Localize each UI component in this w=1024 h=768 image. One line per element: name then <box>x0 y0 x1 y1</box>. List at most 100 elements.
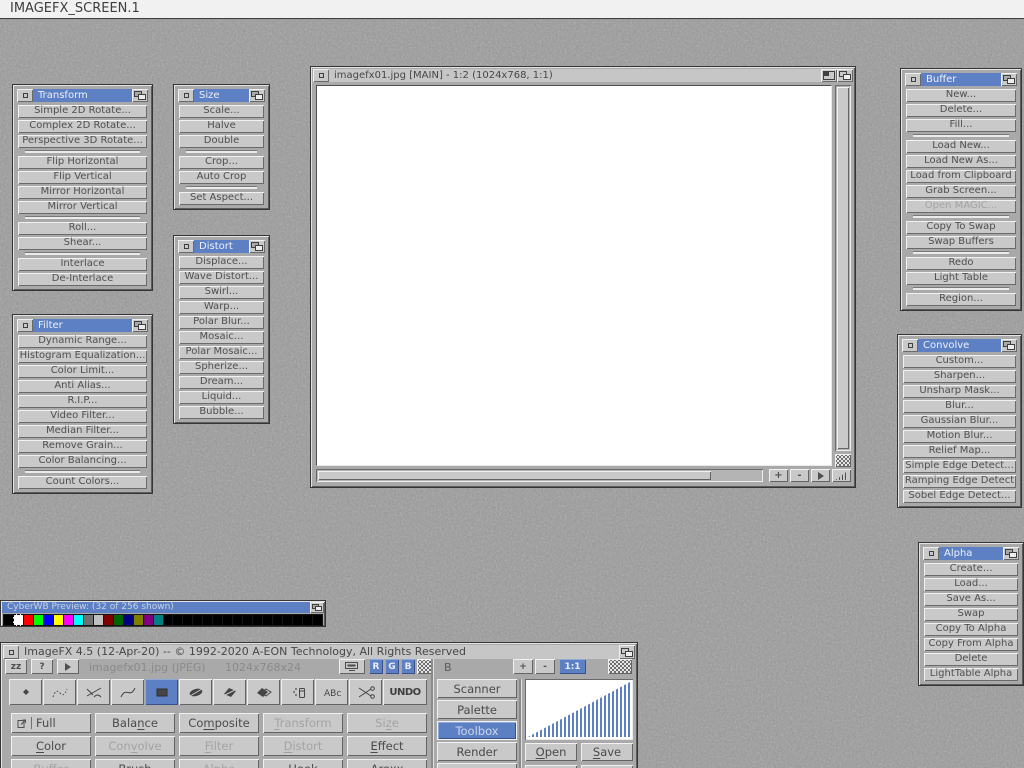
depth-gadget-icon[interactable] <box>1001 73 1017 86</box>
transform-shear-button[interactable]: Shear... <box>18 237 147 250</box>
filter-remove-grain-button[interactable]: Remove Grain... <box>18 440 147 453</box>
arexx-button[interactable]: Arexx <box>347 759 427 768</box>
alpha-create-button[interactable]: Create... <box>924 563 1018 576</box>
horizontal-scrollbar[interactable] <box>316 469 763 482</box>
convolve-simple-edge-detect-button[interactable]: Simple Edge Detect... <box>903 460 1016 473</box>
tool-oval-button[interactable] <box>179 679 212 705</box>
horizontal-scroll-thumb[interactable] <box>318 471 711 480</box>
convolve-blur-button[interactable]: Blur... <box>903 400 1016 413</box>
transform-roll-button[interactable]: Roll... <box>18 222 147 235</box>
depth-gadget-icon[interactable] <box>249 240 265 253</box>
depth-gadget-icon[interactable] <box>1001 339 1017 352</box>
render-button[interactable]: Render <box>437 742 517 761</box>
red-channel-button[interactable]: R <box>369 659 383 674</box>
green-channel-button[interactable]: G <box>385 659 399 674</box>
close-gadget-icon[interactable] <box>905 73 921 86</box>
buffer-load-new-button[interactable]: Load New... <box>906 140 1016 153</box>
filter-dynamic-range-button[interactable]: Dynamic Range... <box>18 335 147 348</box>
transform-mirror-vertical-button[interactable]: Mirror Vertical <box>18 201 147 214</box>
filter-anti-alias-button[interactable]: Anti Alias... <box>18 380 147 393</box>
depth-gadget-icon[interactable] <box>1003 547 1019 560</box>
alpha-swap-button[interactable]: Swap <box>924 608 1018 621</box>
tool-scissors-button[interactable] <box>349 679 382 705</box>
full-button[interactable]: Full <box>11 713 91 733</box>
buffer-swap-buffers-button[interactable]: Swap Buffers <box>906 236 1016 249</box>
size-auto-crop-button[interactable]: Auto Crop <box>179 171 264 184</box>
screen-titlebar[interactable]: IMAGEFX_SCREEN.1 <box>0 0 1024 19</box>
sleep-button[interactable]: zz <box>5 659 27 674</box>
transform-interlace-button[interactable]: Interlace <box>18 258 147 271</box>
zoom-out-button[interactable]: - <box>535 659 555 674</box>
filter-histogram-equalization-button[interactable]: Histogram Equalization... <box>18 350 147 363</box>
distort-polar-blur-button[interactable]: Polar Blur... <box>179 316 264 329</box>
main-window-titlebar[interactable]: ImageFX 4.5 (12-Apr-20) -- © 1992-2020 A… <box>3 645 635 659</box>
tool-point-button[interactable] <box>9 679 42 705</box>
distort-spherize-button[interactable]: Spherize... <box>179 361 264 374</box>
filter-color-limit-button[interactable]: Color Limit... <box>18 365 147 378</box>
convolve-sobel-edge-detect-button[interactable]: Sobel Edge Detect... <box>903 490 1016 503</box>
help-button[interactable]: ? <box>31 659 53 674</box>
close-gadget-icon[interactable] <box>17 319 33 332</box>
distort-liquid-button[interactable]: Liquid... <box>179 391 264 404</box>
palette-button[interactable]: Palette <box>437 700 517 719</box>
transform-simple-2d-rotate-button[interactable]: Simple 2D Rotate... <box>18 105 147 118</box>
zoom-in-button[interactable]: + <box>513 659 533 674</box>
buffer-grab-screen-button[interactable]: Grab Screen... <box>906 185 1016 198</box>
filter-titlebar[interactable]: Filter <box>17 319 148 332</box>
transform-de-interlace-button[interactable]: De-Interlace <box>18 273 147 286</box>
close-gadget-icon[interactable] <box>313 69 329 82</box>
toolbox-button[interactable]: Toolbox <box>437 721 517 740</box>
open-button[interactable]: Open <box>525 743 577 761</box>
size-double-button[interactable]: Double <box>179 135 264 148</box>
zoom-gadget-icon[interactable] <box>821 69 837 82</box>
convolve-titlebar[interactable]: Convolve <box>902 339 1017 352</box>
close-gadget-icon[interactable] <box>902 339 918 352</box>
effect-button[interactable]: Effect <box>347 736 427 756</box>
size-set-aspect-button[interactable]: Set Aspect... <box>179 192 264 205</box>
transform-flip-horizontal-button[interactable]: Flip Horizontal <box>18 156 147 169</box>
depth-gadget-icon[interactable] <box>310 602 324 613</box>
vertical-scroll-thumb[interactable] <box>837 87 849 449</box>
tool-shape-button[interactable] <box>247 679 280 705</box>
buffer-load-from-clipboard-button[interactable]: Load from Clipboard <box>906 170 1016 183</box>
transform-flip-vertical-button[interactable]: Flip Vertical <box>18 171 147 184</box>
convolve-gaussian-blur-button[interactable]: Gaussian Blur... <box>903 415 1016 428</box>
distort-wave-distort-button[interactable]: Wave Distort... <box>179 271 264 284</box>
close-gadget-icon[interactable] <box>923 547 939 560</box>
distort-titlebar[interactable]: Distort <box>178 240 265 253</box>
buffer-region-button[interactable]: Region... <box>906 293 1016 306</box>
distort-bubble-button[interactable]: Bubble... <box>179 406 264 419</box>
vertical-scrollbar[interactable] <box>835 85 851 451</box>
mask-preview-button[interactable] <box>608 659 632 674</box>
transform-perspective-3d-rotate-button[interactable]: Perspective 3D Rotate... <box>18 135 147 148</box>
zoom-in-button[interactable]: + <box>769 469 788 482</box>
size-scale-button[interactable]: Scale... <box>179 105 264 118</box>
convolve-motion-blur-button[interactable]: Motion Blur... <box>903 430 1016 443</box>
depth-gadget-icon[interactable] <box>132 319 148 332</box>
convolve-sharpen-button[interactable]: Sharpen... <box>903 370 1016 383</box>
buffer-light-table-button[interactable]: Light Table <box>906 272 1016 285</box>
depth-gadget-icon[interactable] <box>249 89 265 102</box>
filter-median-filter-button[interactable]: Median Filter... <box>18 425 147 438</box>
transform-complex-2d-rotate-button[interactable]: Complex 2D Rotate... <box>18 120 147 133</box>
palette-swatch-31[interactable] <box>312 614 323 626</box>
distort-displace-button[interactable]: Displace... <box>179 256 264 269</box>
distort-warp-button[interactable]: Warp... <box>179 301 264 314</box>
pan-arrow-button[interactable] <box>811 469 830 482</box>
distort-mosaic-button[interactable]: Mosaic... <box>179 331 264 344</box>
size-titlebar[interactable]: Size <box>178 89 265 102</box>
filter-video-filter-button[interactable]: Video Filter... <box>18 410 147 423</box>
balance-button[interactable]: Balance <box>95 713 175 733</box>
distort-dream-button[interactable]: Dream... <box>179 376 264 389</box>
alpha-copy-from-alpha-button[interactable]: Copy From Alpha <box>924 638 1018 651</box>
buffer-new-button[interactable]: New... <box>906 89 1016 102</box>
convolve-unsharp-mask-button[interactable]: Unsharp Mask... <box>903 385 1016 398</box>
dither-view-button[interactable] <box>835 454 851 467</box>
save-button[interactable]: Save <box>581 743 633 761</box>
tool-curve-button[interactable] <box>111 679 144 705</box>
blue-channel-button[interactable]: B <box>401 659 415 674</box>
filter-count-colors-button[interactable]: Count Colors... <box>18 476 147 489</box>
screen-mode-button[interactable] <box>339 659 365 674</box>
brush-button[interactable]: Brush <box>95 759 175 768</box>
transform-mirror-horizontal-button[interactable]: Mirror Horizontal <box>18 186 147 199</box>
